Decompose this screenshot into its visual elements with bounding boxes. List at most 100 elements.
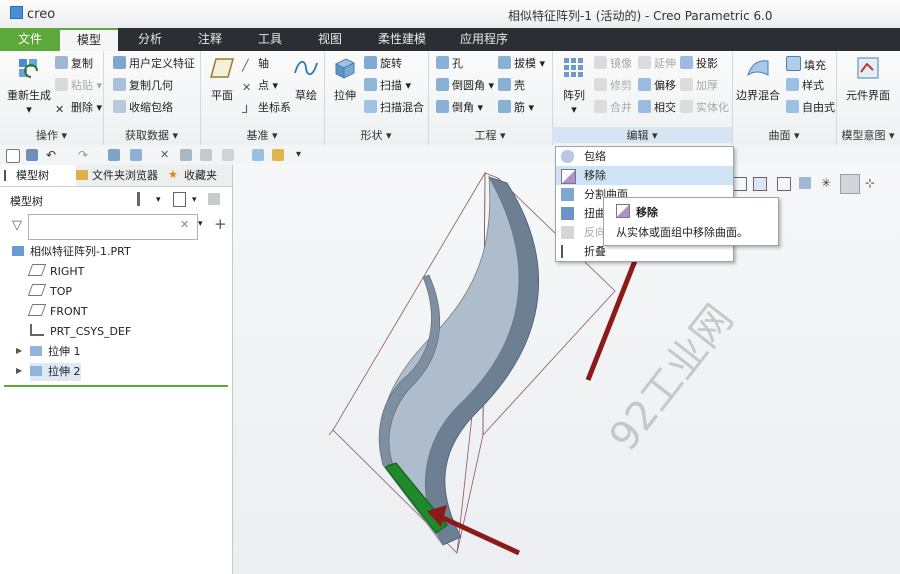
group-label-shapes[interactable]: 形状 ▾: [324, 127, 428, 143]
layer-icon[interactable]: [222, 149, 234, 161]
paste-button[interactable]: 粘贴 ▾: [55, 78, 102, 94]
view-toolbar-icon[interactable]: [733, 177, 747, 191]
tree-columns-icon[interactable]: [173, 192, 186, 207]
tree-item-part[interactable]: 相似特征阵列-1.PRT: [12, 243, 131, 261]
regenerate-quick-icon[interactable]: [108, 149, 120, 161]
clear-icon[interactable]: ✕: [180, 218, 189, 231]
pattern-button[interactable]: 阵列 ▾: [556, 55, 592, 116]
group-label-editing[interactable]: 编辑 ▾: [552, 127, 732, 143]
merge-button[interactable]: 合并: [594, 100, 632, 116]
group-label-surfaces[interactable]: 曲面 ▾: [732, 127, 836, 143]
draft-button[interactable]: 拔模 ▾: [498, 56, 545, 72]
spin-center-icon[interactable]: [840, 174, 860, 194]
wrap-icon: [561, 150, 574, 163]
chevron-down-icon: ▾: [571, 103, 577, 116]
regenerate-button[interactable]: 重新生成 ▾: [6, 55, 52, 116]
menu-item-remove[interactable]: 移除: [556, 166, 733, 185]
tree-item-csys[interactable]: PRT_CSYS_DEF: [30, 323, 131, 341]
extend-button[interactable]: 延伸: [638, 56, 676, 72]
tab-analysis[interactable]: 分析: [122, 28, 178, 51]
tree-settings-icon[interactable]: [137, 192, 152, 206]
tab-flexible-modeling[interactable]: 柔性建模: [362, 28, 442, 51]
component-interface-button[interactable]: 元件界面: [838, 55, 898, 103]
plane-button[interactable]: 平面: [204, 55, 240, 103]
menu-item-wrap[interactable]: 包络: [556, 147, 733, 166]
point-button[interactable]: ✕ 点 ▾: [242, 78, 278, 94]
undo-icon[interactable]: ↶: [46, 149, 58, 161]
redo-icon[interactable]: ↷: [78, 149, 90, 161]
hole-button[interactable]: 孔: [436, 56, 463, 72]
view-toolbar-icon[interactable]: [753, 177, 767, 191]
freestyle-button[interactable]: 自由式: [786, 100, 835, 116]
shell-button[interactable]: 壳: [498, 78, 525, 94]
tooltip-title: 移除: [636, 206, 658, 219]
annotation-icon[interactable]: [200, 149, 212, 161]
add-icon[interactable]: +: [214, 215, 227, 233]
folder-icon[interactable]: [272, 149, 284, 161]
csys-button[interactable]: ⅃ 坐标系: [242, 100, 291, 116]
customize-icon[interactable]: ▾: [296, 149, 308, 161]
offset-button[interactable]: 偏移: [638, 78, 676, 94]
view-toolbar-icon[interactable]: [777, 177, 791, 191]
window-icon[interactable]: [130, 149, 142, 161]
group-label-model-intent[interactable]: 模型意图 ▾: [836, 127, 900, 143]
tree-item-top[interactable]: TOP: [27, 283, 72, 301]
group-label-datum[interactable]: 基准 ▾: [200, 127, 324, 143]
group-label-get-data[interactable]: 获取数据 ▾: [103, 127, 200, 143]
chevron-down-icon[interactable]: ▾: [156, 195, 161, 205]
tree-item-extrude-2[interactable]: 拉伸 2: [30, 363, 81, 381]
extrude-button[interactable]: 拉伸: [328, 55, 362, 103]
mirror-button[interactable]: 镜像: [594, 56, 632, 72]
style-button[interactable]: 样式: [786, 78, 824, 94]
view-toolbar-icon[interactable]: [799, 177, 811, 189]
sweep-button[interactable]: 扫描 ▾: [364, 78, 411, 94]
sketch-button[interactable]: 草绘: [290, 55, 322, 103]
datum-plane-icon: [27, 264, 47, 276]
delete-button[interactable]: ✕ 删除 ▾: [55, 100, 102, 116]
tree-filter-icon[interactable]: [208, 193, 220, 205]
thicken-button[interactable]: 加厚: [680, 78, 718, 94]
group-operations: 重新生成 ▾ 复制 粘贴 ▾ ✕ 删除 ▾ 操作 ▾: [0, 51, 104, 145]
tab-tools[interactable]: 工具: [242, 28, 298, 51]
shrinkwrap-button[interactable]: 收缩包络: [113, 100, 173, 116]
tab-model-tree[interactable]: 模型树: [0, 165, 76, 186]
swept-blend-button[interactable]: 扫描混合: [364, 100, 424, 116]
save-icon[interactable]: [26, 149, 38, 161]
datum-display-icon[interactable]: ✳: [821, 176, 831, 190]
boundary-blend-button[interactable]: 边界混合: [734, 55, 782, 103]
tree-search-input[interactable]: [28, 214, 198, 240]
project-button[interactable]: 投影: [680, 56, 718, 72]
intersect-button[interactable]: 相交: [638, 100, 676, 116]
new-file-icon[interactable]: [6, 149, 20, 163]
tab-model[interactable]: 模型: [60, 28, 118, 53]
display-icon[interactable]: [180, 149, 192, 161]
tab-folder-browser[interactable]: 文件夹浏览器: [74, 165, 176, 186]
close-window-icon[interactable]: ✕: [160, 149, 172, 161]
expand-icon[interactable]: ▶: [16, 346, 22, 355]
tab-file[interactable]: 文件: [0, 28, 60, 51]
group-label-operations[interactable]: 操作 ▾: [0, 127, 103, 143]
revolve-button[interactable]: 旋转: [364, 56, 402, 72]
tree-item-extrude-1[interactable]: 拉伸 1: [30, 343, 81, 361]
chevron-down-icon[interactable]: ▾: [192, 195, 197, 205]
tab-annotate[interactable]: 注释: [182, 28, 238, 51]
tree-item-front[interactable]: FRONT: [27, 303, 88, 321]
group-label-engineering[interactable]: 工程 ▾: [428, 127, 552, 143]
tab-applications[interactable]: 应用程序: [448, 28, 520, 51]
tree-item-right[interactable]: RIGHT: [27, 263, 84, 281]
rib-button[interactable]: 筋 ▾: [498, 100, 534, 116]
chevron-down-icon[interactable]: ▾: [198, 219, 203, 229]
tab-view[interactable]: 视图: [302, 28, 358, 51]
chamfer-button[interactable]: 倒角 ▾: [436, 100, 483, 116]
csys-display-icon[interactable]: ⊹: [865, 176, 875, 190]
copy-button[interactable]: 复制: [55, 56, 93, 72]
axis-button[interactable]: ╱ 轴: [242, 56, 269, 72]
udf-button[interactable]: 用户定义特征: [113, 56, 195, 72]
view-icon[interactable]: [252, 149, 264, 161]
round-button[interactable]: 倒圆角 ▾: [436, 78, 494, 94]
expand-icon[interactable]: ▶: [16, 366, 22, 375]
trim-button[interactable]: 修剪: [594, 78, 632, 94]
solidify-button[interactable]: 实体化: [680, 100, 729, 116]
fill-button[interactable]: 填充: [786, 56, 826, 72]
copy-geometry-button[interactable]: 复制几何: [113, 78, 173, 94]
